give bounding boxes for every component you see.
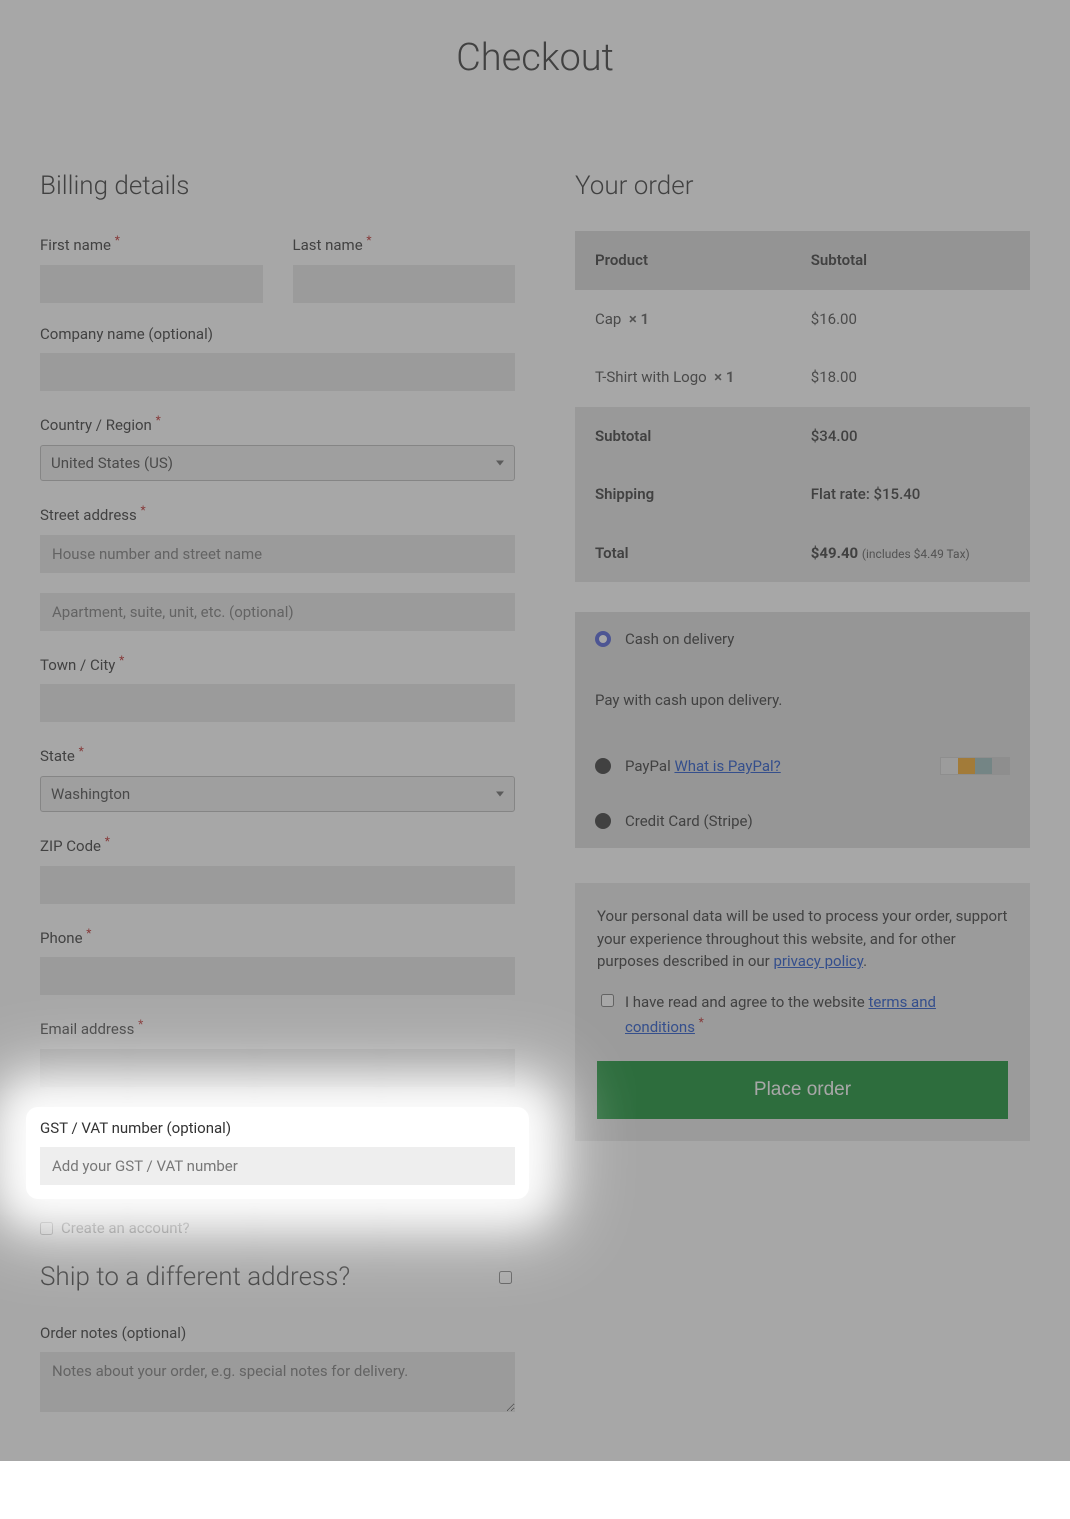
first-name-label: First name *: [40, 231, 263, 257]
zip-label: ZIP Code *: [40, 832, 515, 858]
order-heading: Your order: [575, 167, 1030, 206]
col-subtotal: Subtotal: [791, 231, 1030, 290]
zip-input[interactable]: [40, 866, 515, 904]
ship-diff-checkbox[interactable]: [499, 1271, 512, 1284]
state-select[interactable]: Washington: [40, 776, 515, 813]
gst-label: GST / VAT number (optional): [40, 1117, 515, 1140]
country-select[interactable]: United States (US): [40, 445, 515, 482]
country-label: Country / Region *: [40, 411, 515, 437]
create-account-label: Create an account?: [61, 1217, 190, 1240]
pay-paypal[interactable]: PayPal What is PayPal?: [575, 739, 1030, 794]
paypal-what-link[interactable]: What is PayPal?: [674, 757, 780, 775]
table-row: T-Shirt with Logo × 1 $18.00: [575, 348, 1030, 407]
company-input[interactable]: [40, 353, 515, 391]
street2-input[interactable]: [40, 593, 515, 631]
phone-label: Phone *: [40, 924, 515, 950]
billing-heading: Billing details: [40, 167, 515, 206]
phone-input[interactable]: [40, 957, 515, 995]
table-row: Cap × 1 $16.00: [575, 290, 1030, 349]
page-title: Checkout: [40, 30, 1030, 87]
privacy-link[interactable]: privacy policy: [773, 952, 863, 970]
street1-input[interactable]: [40, 535, 515, 573]
state-label: State *: [40, 742, 515, 768]
last-name-input[interactable]: [293, 265, 516, 303]
radio-icon: [595, 758, 611, 774]
gst-input[interactable]: [40, 1147, 515, 1185]
card-logos-icon: [940, 757, 1010, 775]
notes-label: Order notes (optional): [40, 1322, 515, 1345]
email-input[interactable]: [40, 1049, 515, 1087]
radio-icon: [595, 813, 611, 829]
company-label: Company name (optional): [40, 323, 515, 346]
create-account-checkbox[interactable]: [40, 1222, 53, 1235]
notes-input[interactable]: [40, 1352, 515, 1412]
pay-stripe[interactable]: Credit Card (Stripe): [575, 794, 1030, 849]
city-label: Town / City *: [40, 651, 515, 677]
city-input[interactable]: [40, 684, 515, 722]
terms-label: I have read and agree to the website ter…: [625, 991, 1008, 1039]
street-label: Street address *: [40, 501, 515, 527]
col-product: Product: [575, 231, 791, 290]
first-name-input[interactable]: [40, 265, 263, 303]
place-order-button[interactable]: Place order: [597, 1061, 1008, 1119]
order-table: Product Subtotal Cap × 1 $16.00 T-Shirt …: [575, 231, 1030, 582]
email-label: Email address *: [40, 1015, 515, 1041]
last-name-label: Last name *: [293, 231, 516, 257]
ship-heading: Ship to a different address?: [40, 1258, 350, 1297]
pay-cod-desc: Pay with cash upon delivery.: [575, 667, 1030, 740]
radio-selected-icon: [595, 631, 611, 647]
terms-checkbox[interactable]: [601, 994, 614, 1007]
privacy-text: Your personal data will be used to proce…: [597, 905, 1008, 973]
pay-cod[interactable]: Cash on delivery: [575, 612, 1030, 667]
